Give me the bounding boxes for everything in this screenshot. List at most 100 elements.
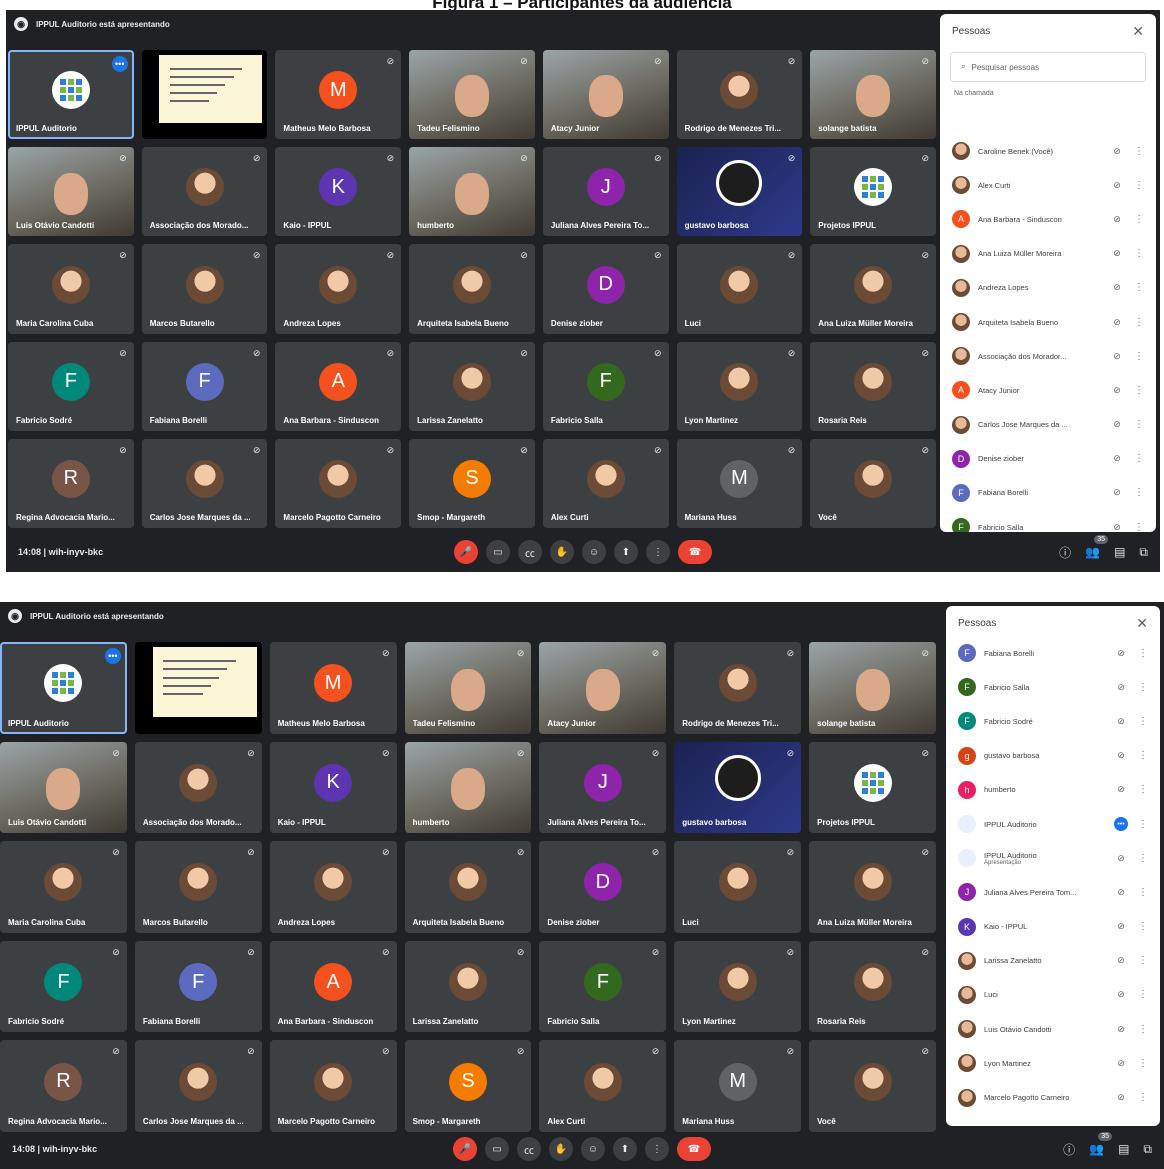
- mic-off-icon[interactable]: ⊘: [1112, 648, 1130, 659]
- participant-tile[interactable]: ⊘ Marcelo Pagotto Carneiro: [275, 438, 402, 528]
- more-options-icon[interactable]: ⋮: [1138, 853, 1148, 864]
- close-icon[interactable]: ✕: [1132, 23, 1144, 40]
- more-options-icon[interactable]: ⋮: [645, 1137, 669, 1161]
- participant-row[interactable]: J Juliana Alves Pereira Tom... ⊘ ⋮: [946, 875, 1160, 909]
- participant-tile[interactable]: ⊘ Tadeu Felismino: [404, 642, 532, 734]
- participant-tile[interactable]: ⊘ Rodrigo de Menezes Tri...: [676, 50, 803, 140]
- more-options-icon[interactable]: ⋮: [1134, 248, 1144, 259]
- participant-row[interactable]: Luci ⊘ ⋮: [946, 978, 1160, 1012]
- participant-tile[interactable]: A ⊘ Ana Barbara - Sinduscon: [269, 940, 397, 1033]
- participant-tile[interactable]: D ⊘ Denise ziober: [542, 244, 669, 334]
- mic-off-icon[interactable]: ⊘: [1112, 1092, 1130, 1103]
- participant-tile[interactable]: ⊘ Alex Curti: [539, 1040, 667, 1132]
- more-options-icon[interactable]: ⋮: [1134, 522, 1144, 532]
- more-options-icon[interactable]: ⋮: [1134, 214, 1144, 225]
- participant-tile[interactable]: A ⊘ Ana Barbara - Sinduscon: [275, 341, 402, 431]
- more-options-icon[interactable]: ⋮: [1138, 1058, 1148, 1069]
- participant-tile[interactable]: R ⊘ Regina Advocacia Mario...: [8, 438, 134, 528]
- people-icon[interactable]: 👥 35: [1085, 535, 1109, 559]
- mic-off-icon[interactable]: ⊘: [1112, 750, 1130, 761]
- participant-tile[interactable]: J ⊘ Juliana Alves Pereira To...: [542, 147, 669, 237]
- more-options-icon[interactable]: ⋮: [1138, 1024, 1148, 1035]
- participant-tile[interactable]: ⊘ Luis Otávio Candotti: [8, 147, 134, 237]
- mic-off-icon[interactable]: ⊘: [1108, 146, 1126, 157]
- mic-off-icon[interactable]: ⊘: [1108, 385, 1126, 396]
- participant-tile[interactable]: M ⊘ Mariana Huss: [676, 438, 803, 528]
- more-options-icon[interactable]: ⋮: [1134, 180, 1144, 191]
- participant-tile[interactable]: M ⊘ Matheus Melo Barbosa: [269, 642, 397, 734]
- participant-tile[interactable]: R ⊘ Regina Advocacia Mario...: [0, 1040, 127, 1132]
- hangup-icon[interactable]: ☎: [677, 1137, 711, 1161]
- more-options-icon[interactable]: ⋮: [1138, 716, 1148, 727]
- participant-tile[interactable]: ⊘ gustavo barbosa: [674, 741, 802, 834]
- participant-tile[interactable]: [134, 642, 262, 734]
- participant-row[interactable]: Andreza Lopes ⊘ ⋮: [940, 271, 1156, 305]
- more-options-icon[interactable]: ⋮: [646, 540, 670, 564]
- camera-icon[interactable]: ▭: [486, 540, 510, 564]
- participant-row[interactable]: F Fabiana Borelli ⊘ ⋮: [940, 476, 1156, 510]
- participant-tile[interactable]: S ⊘ Smop - Margareth: [409, 438, 535, 528]
- participant-tile[interactable]: ⊘ Marcos Butarello: [141, 244, 268, 334]
- participant-tile[interactable]: ⊘ Larissa Zanelatto: [409, 341, 535, 431]
- emoji-icon[interactable]: ☺: [581, 1137, 605, 1161]
- mic-off-icon[interactable]: ⊘: [1108, 180, 1126, 191]
- captions-icon[interactable]: ㏄: [518, 540, 542, 564]
- participant-tile[interactable]: ⊘ Arquiteta Isabela Bueno: [409, 244, 535, 334]
- participant-tile[interactable]: F ⊘ Fabricio Salla: [539, 940, 667, 1033]
- participant-tile[interactable]: ⊘ humberto: [409, 147, 535, 237]
- more-options-icon[interactable]: •••: [104, 648, 121, 664]
- chat-icon[interactable]: ▤: [1118, 1142, 1129, 1156]
- participant-row[interactable]: Alex Curti ⊘ ⋮: [940, 168, 1156, 202]
- participant-row[interactable]: Ana Luiza Müller Moreira ⊘ ⋮: [940, 237, 1156, 271]
- participant-tile[interactable]: D ⊘ Denise ziober: [539, 841, 667, 933]
- mic-off-icon[interactable]: ⊘: [1108, 317, 1126, 328]
- participant-row[interactable]: Luis Otávio Candotti ⊘ ⋮: [946, 1012, 1160, 1046]
- info-icon[interactable]: ⓘ: [1059, 544, 1071, 561]
- participant-row[interactable]: D Denise ziober ⊘ ⋮: [940, 442, 1156, 476]
- participant-tile[interactable]: ⊘ Luis Otávio Candotti: [0, 741, 127, 834]
- participant-tile[interactable]: F ⊘ Fabricio Sodré: [8, 341, 134, 431]
- participant-row[interactable]: A Atacy Junior ⊘ ⋮: [940, 373, 1156, 407]
- participant-row[interactable]: Marcelo Pagotto Carneiro ⊘ ⋮: [946, 1080, 1160, 1114]
- participant-tile[interactable]: ⊘ Luci: [674, 841, 802, 933]
- more-options-icon[interactable]: ⋮: [1134, 385, 1144, 396]
- participant-tile[interactable]: M ⊘ Matheus Melo Barbosa: [275, 50, 402, 140]
- participant-row[interactable]: K Kaio - IPPUL ⊘ ⋮: [946, 910, 1160, 944]
- present-icon[interactable]: ⬆: [614, 540, 638, 564]
- mic-off-icon[interactable]: ⊘: [1112, 887, 1130, 898]
- more-options-icon[interactable]: ⋮: [1134, 419, 1144, 430]
- participant-tile[interactable]: ⊘ Marcelo Pagotto Carneiro: [269, 1040, 397, 1132]
- emoji-icon[interactable]: ☺: [582, 540, 606, 564]
- participant-tile[interactable]: ⊘ Marcos Butarello: [134, 841, 262, 933]
- search-people-input[interactable]: ⌕ Pesquisar pessoas: [950, 52, 1146, 82]
- more-options-icon[interactable]: ⋮: [1134, 317, 1144, 328]
- mic-off-icon[interactable]: ⊘: [1112, 921, 1130, 932]
- participant-tile[interactable]: ⊘ Rosaria Reis: [810, 341, 936, 431]
- participant-tile[interactable]: ⊘ Tadeu Felismino: [409, 50, 535, 140]
- mic-off-icon[interactable]: ⊘: [1112, 1024, 1130, 1035]
- mic-off-icon[interactable]: ⊘: [1108, 487, 1126, 498]
- participant-row[interactable]: F Fabiana Borelli ⊘ ⋮: [946, 636, 1160, 670]
- more-options-icon[interactable]: ⋮: [1138, 784, 1148, 795]
- info-icon[interactable]: ⓘ: [1063, 1141, 1075, 1158]
- mic-off-icon[interactable]: ⊘: [1108, 522, 1126, 532]
- participant-tile[interactable]: F ⊘ Fabiana Borelli: [141, 341, 268, 431]
- participant-row[interactable]: Caroline Benek (Você) ⊘ ⋮: [940, 134, 1156, 168]
- raise-hand-icon[interactable]: ✋: [549, 1137, 573, 1161]
- participant-tile[interactable]: F ⊘ Fabricio Salla: [542, 341, 669, 431]
- participant-tile[interactable]: [141, 50, 268, 140]
- participant-tile[interactable]: ⊘ Ana Luiza Müller Moreira: [810, 244, 936, 334]
- participant-row[interactable]: F Fabricio Salla ⊘ ⋮: [946, 670, 1160, 704]
- mic-off-icon[interactable]: ⊘: [1112, 784, 1130, 795]
- participant-tile[interactable]: ⊘ Maria Carolina Cuba: [8, 244, 134, 334]
- close-icon[interactable]: ✕: [1136, 615, 1148, 632]
- participant-row[interactable]: Larissa Zanelatto ⊘ ⋮: [946, 944, 1160, 978]
- mic-off-icon[interactable]: ⊘: [1108, 282, 1126, 293]
- participant-row[interactable]: IPPUL Auditorio Apresentação ⊘ ⋮: [946, 841, 1160, 875]
- more-options-icon[interactable]: ⋮: [1138, 819, 1148, 830]
- participant-tile[interactable]: J ⊘ Juliana Alves Pereira To...: [539, 741, 667, 834]
- more-options-icon[interactable]: ⋮: [1138, 921, 1148, 932]
- more-options-icon[interactable]: •••: [111, 56, 128, 72]
- participant-row[interactable]: A Ana Barbara - Sinduscon ⊘ ⋮: [940, 202, 1156, 236]
- participant-tile[interactable]: ⊘ Andreza Lopes: [269, 841, 397, 933]
